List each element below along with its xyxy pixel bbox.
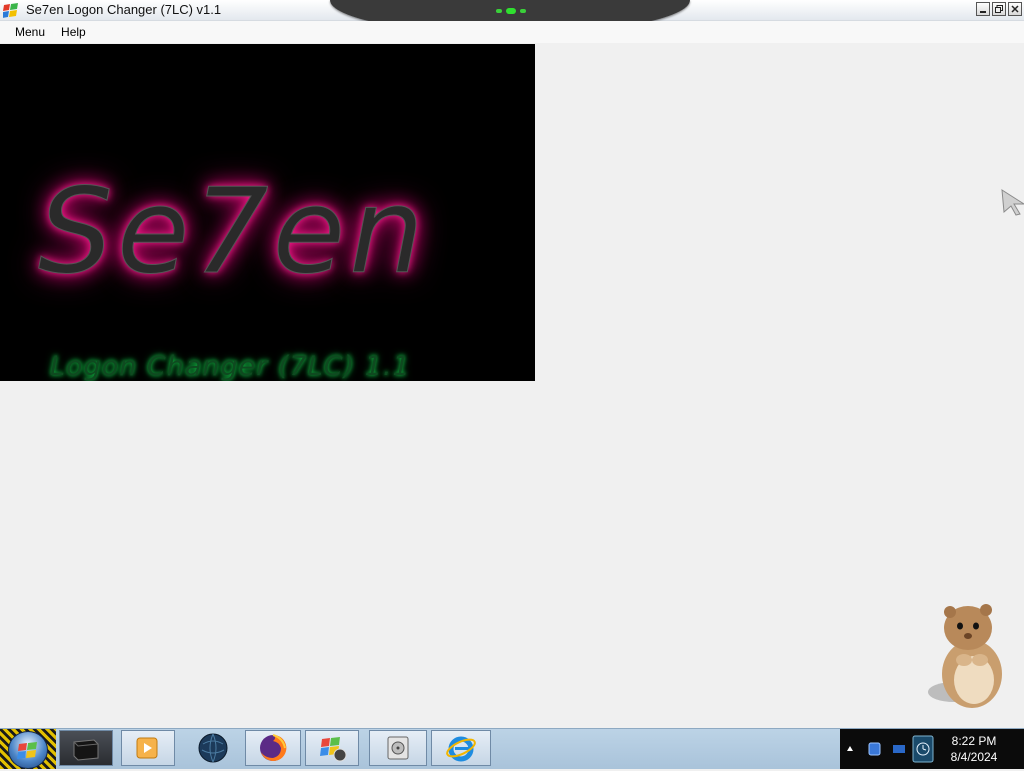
menu-item-help[interactable]: Help [53,21,94,43]
firefox-icon [260,734,287,761]
taskbar-item-media-player[interactable] [121,730,175,766]
taskbar-item-terminal[interactable] [59,730,113,766]
internet-explorer-icon [446,736,476,762]
splash-banner: Se7en Logon Changer (7LC) 1.1 [0,44,535,381]
window-title: Se7en Logon Changer (7LC) v1.1 [26,2,222,17]
restore-icon[interactable] [992,2,1006,16]
close-icon[interactable] [1008,2,1022,16]
menu-bar: Menu Help [0,21,1024,43]
menu-item-menu[interactable]: Menu [7,21,53,43]
clock-date: 8/4/2024 [950,750,998,764]
start-button[interactable] [0,729,56,769]
clock-widget-icon[interactable] [912,735,934,763]
splash-subtitle: Logon Changer (7LC) 1.1 [50,351,411,382]
status-lights-icon [496,8,526,14]
taskbar: 8:22 PM 8/4/2024 [0,728,1024,769]
mouse-cursor-icon [1001,189,1024,216]
taskbar-item-firefox[interactable] [245,730,301,766]
minimize-icon[interactable] [976,2,990,16]
media-player-icon [136,737,158,759]
app-icon [3,3,18,18]
clock-time: 8:22 PM [951,734,997,748]
globe-icon [198,733,228,763]
hamster-mascot-icon [928,604,1002,708]
taskbar-item-disk[interactable] [369,730,427,766]
terminal-icon [73,739,99,761]
windows-flag-icon [320,737,347,762]
tray-expand-icon[interactable] [846,743,854,753]
title-bar[interactable]: Se7en Logon Changer (7LC) v1.1 [0,0,1024,34]
network-icon[interactable] [868,741,882,757]
windows-orb-icon [8,731,48,769]
taskbar-item-internet-explorer[interactable] [431,730,491,766]
tray-clock[interactable]: 8:22 PM 8/4/2024 [936,733,1012,765]
volume-icon[interactable] [892,742,906,756]
taskbar-item-globe[interactable] [185,730,241,766]
disk-icon [387,736,409,760]
window-controls [976,2,1022,16]
splash-title: Se7en [38,162,428,300]
taskbar-item-windows-update[interactable] [305,730,359,766]
